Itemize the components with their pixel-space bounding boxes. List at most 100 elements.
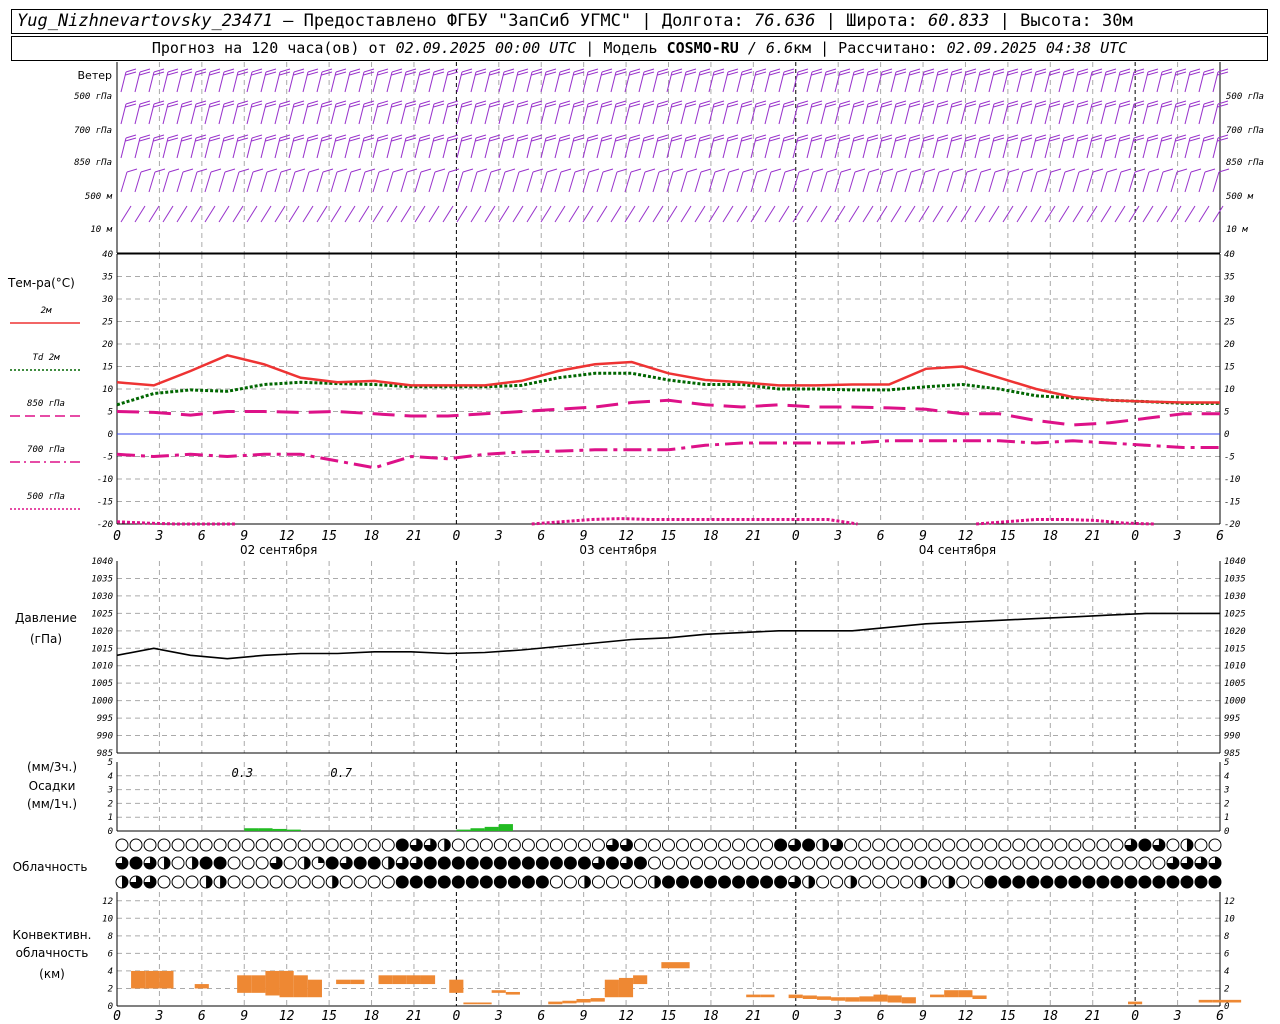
pres-ytick-right: 1010 [1224, 662, 1246, 672]
wind-barb-feather [1077, 134, 1089, 139]
wind-barb-feather [1161, 137, 1173, 142]
wind-barb-staff [540, 171, 548, 193]
wind-barb-feather [979, 100, 991, 105]
wind-level-label-right: 10 м [1226, 225, 1248, 235]
precip-bar [258, 828, 273, 831]
wind-barb-feather [853, 137, 865, 142]
wind-barb-feather [307, 68, 319, 73]
wind-barb-staff [484, 205, 496, 223]
wind-barb-staff [680, 137, 687, 159]
cloud-symbol [690, 856, 704, 870]
wind-barb-feather [573, 103, 585, 108]
wind-barb-feather [1190, 168, 1202, 173]
cloud-symbol [241, 856, 255, 870]
cloud-symbol [816, 875, 830, 889]
cloud-fill [662, 876, 675, 888]
wind-barb-feather [335, 103, 347, 108]
temp-ytick-left: 20 [102, 340, 113, 350]
wind-barb-feather [545, 103, 557, 108]
wind-barb-staff [358, 103, 365, 125]
conv-ytick-right: 0 [1224, 1002, 1229, 1012]
wind-barb-feather [405, 134, 417, 139]
wind-level-label-right: 500 гПа [1226, 92, 1264, 102]
wind-barb-feather [293, 71, 305, 76]
cloud-symbol [788, 856, 802, 870]
wind-barb-staff [372, 71, 379, 93]
wind-barb-staff [134, 103, 141, 125]
hour-tick-label: 3 [494, 1009, 503, 1024]
wind-barb-staff [414, 205, 426, 223]
conv-cloud-layer [930, 994, 945, 998]
wind-barb-feather [279, 100, 291, 105]
wind-barb-staff [316, 171, 324, 193]
wind-barb-feather [629, 103, 641, 108]
wind-barb-feather [504, 168, 516, 173]
wind-barb-staff [876, 103, 883, 125]
wind-barb-feather [545, 100, 557, 105]
wind-barb-feather [280, 168, 292, 173]
wind-barb-staff [540, 103, 547, 125]
wind-barb-staff [162, 71, 169, 93]
cloud-symbol [283, 838, 297, 852]
wind-barb-feather [307, 71, 319, 76]
hour-tick-label: 15 [1000, 1009, 1016, 1024]
wind-barb-feather [265, 103, 277, 108]
cloud-symbol [577, 838, 591, 852]
wind-barb-feather [154, 168, 166, 173]
cloud-symbol [367, 875, 381, 889]
wind-barb-staff [848, 71, 855, 93]
wind-barb-feather [629, 71, 641, 76]
wind-barb-feather [882, 168, 894, 173]
wind-barb-staff [988, 71, 995, 93]
wind-barb-feather [1049, 100, 1061, 105]
wind-barb-feather [965, 71, 977, 76]
wind-barb-staff [862, 171, 870, 193]
wind-barb-feather [1147, 68, 1159, 73]
temp-ytick-right: 15 [1224, 363, 1235, 373]
wind-barb-staff [148, 103, 155, 125]
wind-barb-staff [1156, 71, 1163, 93]
wind-barb-feather [951, 71, 963, 76]
hour-tick-label: 0 [113, 529, 121, 544]
date-label: 03 сентября [579, 543, 656, 557]
temp-legend-label: 500 гПа [27, 492, 65, 502]
wind-barb-staff [638, 137, 645, 159]
cloud-fill [480, 876, 493, 888]
wind-barb-feather [1189, 134, 1201, 139]
hour-tick-label: 6 [1216, 1009, 1224, 1024]
wind-barb-feather [797, 134, 809, 139]
wind-barb-staff [596, 205, 608, 223]
wind-barb-feather [406, 168, 418, 173]
wind-barb-feather [391, 103, 403, 108]
wind-barb-feather [363, 68, 375, 73]
wind-barb-staff [596, 103, 603, 125]
wind-barb-feather [209, 134, 221, 139]
cloud-symbol [900, 875, 914, 889]
wind-barb-feather [181, 100, 193, 105]
wind-barb-feather [265, 100, 277, 105]
wind-barb-staff [764, 171, 772, 193]
conv-title-1: Конвективн. [13, 928, 92, 942]
wind-barb-staff [610, 103, 617, 125]
wind-barb-feather [490, 168, 502, 173]
wind-barb-staff [414, 71, 421, 93]
hour-tick-label: 21 [746, 1009, 762, 1024]
wind-barb-staff [834, 103, 841, 125]
wind-barb-feather [797, 71, 809, 76]
wind-barb-staff [1086, 137, 1093, 159]
wind-barb-feather [657, 68, 669, 73]
wind-barb-feather [853, 103, 865, 108]
cloud-fill [1186, 839, 1193, 851]
wind-barb-staff [568, 205, 580, 223]
temp-title: Тем-ра(°С) [7, 276, 75, 290]
wind-barb-feather [839, 100, 851, 105]
wind-barb-staff [218, 205, 230, 223]
wind-barb-feather [797, 68, 809, 73]
wind-barb-feather [559, 134, 571, 139]
wind-barb-feather [923, 68, 935, 73]
cloud-fill [1208, 876, 1221, 888]
wind-barb-staff [456, 205, 468, 223]
wind-barb-staff [372, 171, 380, 193]
wind-barb-feather [573, 100, 585, 105]
wind-barb-feather [531, 100, 543, 105]
